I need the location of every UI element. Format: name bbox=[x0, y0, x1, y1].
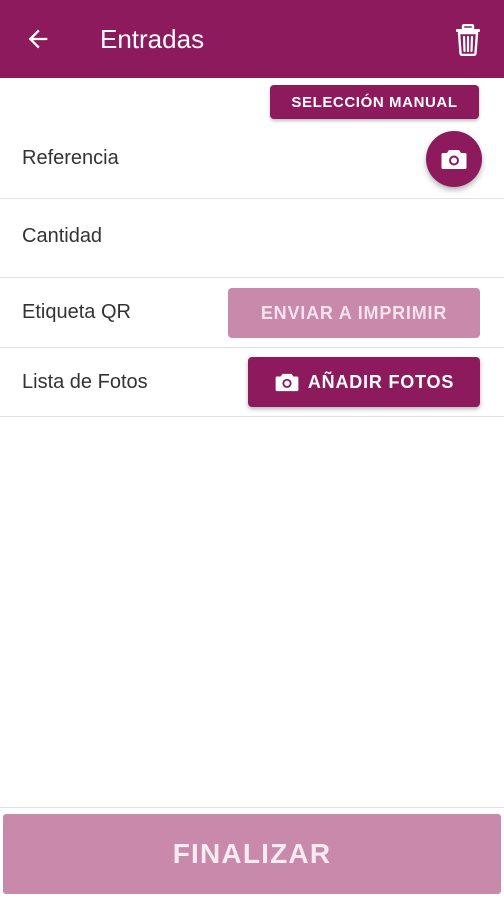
footer-divider bbox=[0, 807, 504, 808]
finalize-button[interactable]: FINALIZAR bbox=[3, 814, 501, 894]
etiqueta-qr-label: Etiqueta QR bbox=[22, 301, 131, 323]
cantidad-row[interactable]: Cantidad bbox=[0, 199, 504, 278]
manual-selection-button[interactable]: SELECCIÓN MANUAL bbox=[270, 85, 479, 119]
add-photos-label: AÑADIR FOTOS bbox=[307, 371, 455, 392]
back-button[interactable] bbox=[16, 20, 60, 58]
camera-icon bbox=[274, 372, 300, 392]
trash-icon bbox=[456, 24, 480, 56]
arrow-left-icon bbox=[28, 29, 48, 49]
referencia-label: Referencia bbox=[22, 147, 119, 169]
camera-icon bbox=[441, 150, 467, 169]
app-bar: Entradas bbox=[0, 0, 504, 78]
cantidad-label: Cantidad bbox=[22, 225, 103, 247]
app-screen: Entradas SELECCIÓN MANUAL Referencia Can… bbox=[0, 0, 504, 900]
scan-reference-button[interactable] bbox=[426, 131, 482, 187]
page-title: Entradas bbox=[100, 24, 205, 54]
add-photos-button[interactable]: AÑADIR FOTOS bbox=[248, 357, 480, 407]
send-to-print-button[interactable]: ENVIAR A IMPRIMIR bbox=[228, 288, 480, 338]
delete-button[interactable] bbox=[448, 20, 488, 60]
lista-fotos-label: Lista de Fotos bbox=[22, 371, 148, 393]
